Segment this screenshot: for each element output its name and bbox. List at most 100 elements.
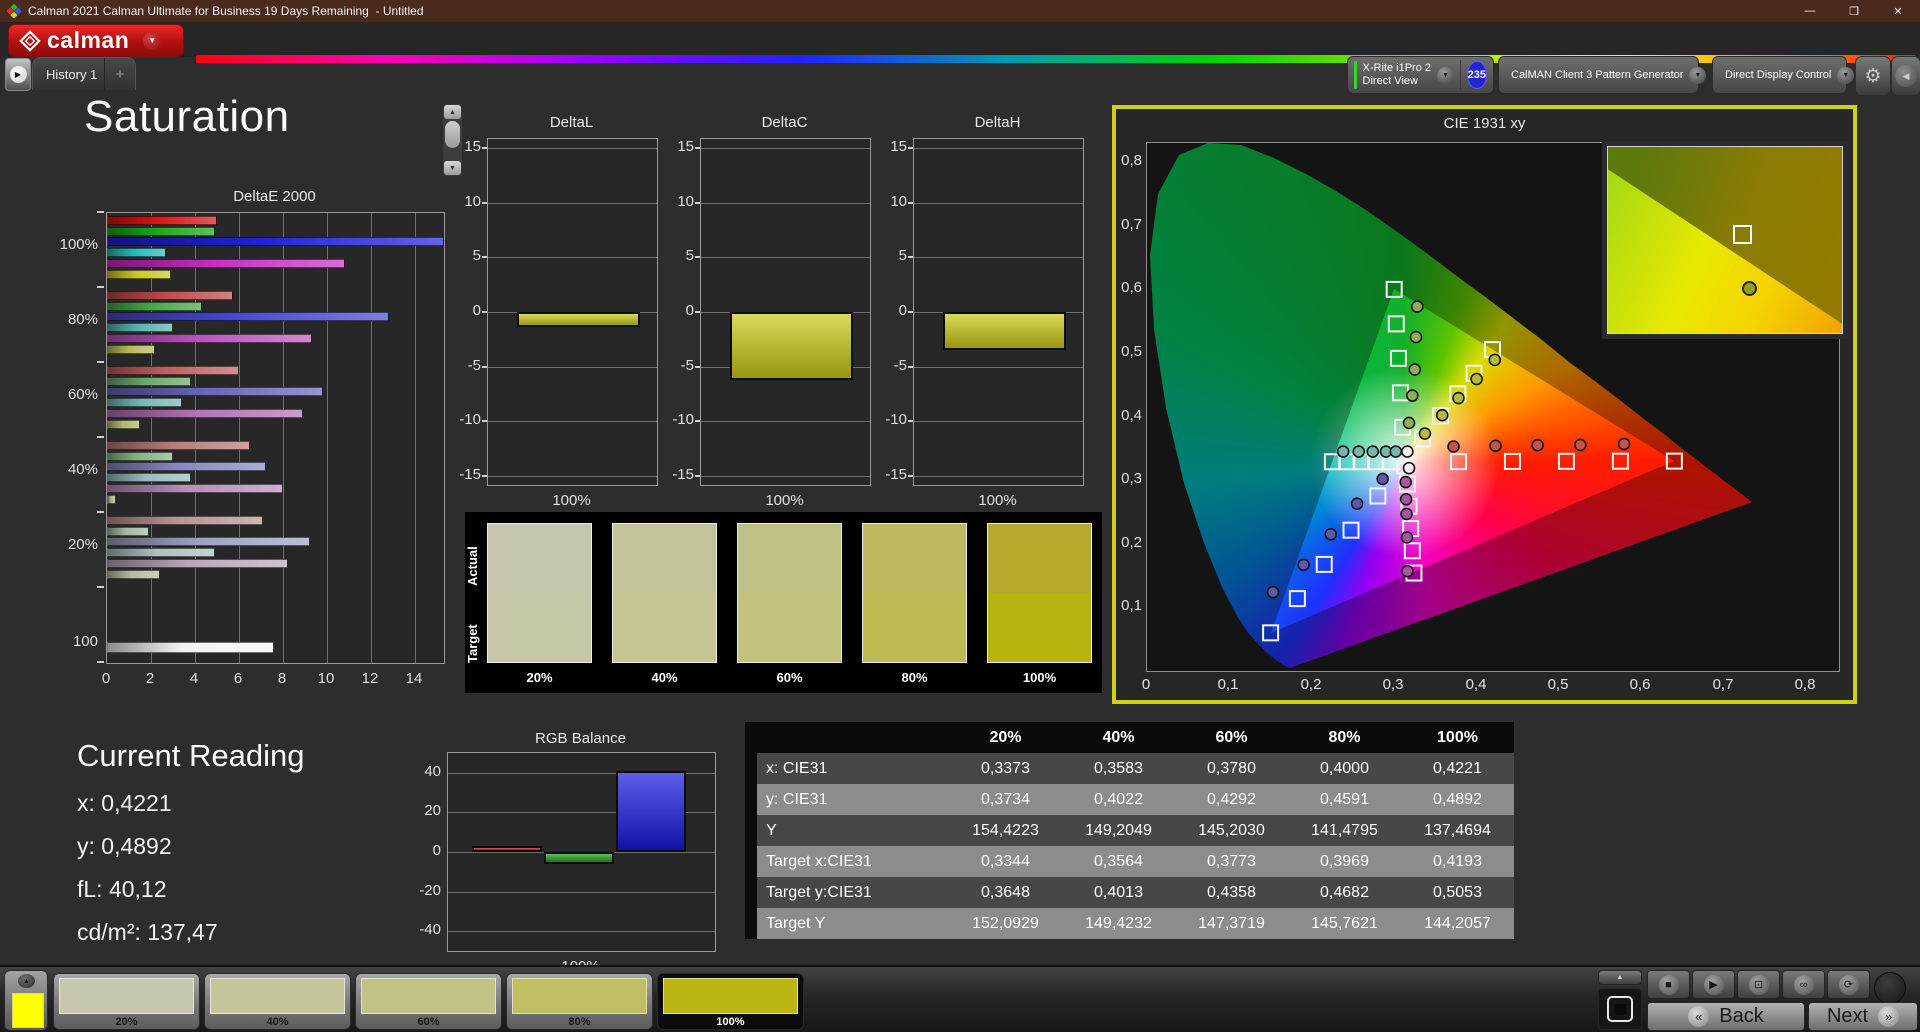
cie-measured-marker-green — [1406, 389, 1419, 402]
close-button[interactable]: ✕ — [1876, 0, 1920, 22]
pattern-button-40%[interactable]: 40% — [204, 973, 351, 1030]
maximize-button[interactable]: ❐ — [1832, 0, 1876, 22]
delta-chart-y-tick — [482, 475, 487, 477]
delta-chart-gridline — [701, 148, 870, 149]
chevron-up-icon: ▲ — [1616, 974, 1624, 981]
target-swatch — [488, 593, 591, 662]
swatch-label: 80% — [901, 670, 928, 685]
chevron-down-icon: ▼ — [1437, 66, 1455, 84]
cie-x-tick-label: 0,8 — [1794, 676, 1816, 693]
delta-chart-y-tick — [695, 475, 700, 477]
swatch-pair — [612, 523, 717, 663]
pattern-swatch — [663, 978, 798, 1014]
delta-chart-gridline — [701, 203, 870, 204]
actual-row-label: Actual — [465, 546, 480, 586]
table-cell: 0,3648 — [949, 877, 1062, 908]
pattern-generator-dropdown[interactable]: CalMAN Client 3 Pattern Generator ▼ — [1498, 56, 1707, 94]
display-control-dropdown[interactable]: Direct Display Control ▼ — [1712, 56, 1855, 94]
deltae-bar — [107, 548, 215, 558]
actual-swatch — [738, 524, 841, 593]
inset-target-marker — [1733, 224, 1753, 244]
rgb-balance-plot — [447, 752, 716, 952]
minimize-button[interactable]: — — [1788, 0, 1832, 22]
tab-history-1[interactable]: History 1 + — [32, 57, 136, 90]
transport-refresh-button[interactable]: ⟳ — [1827, 970, 1870, 999]
table-header-row: 20% 40% 60% 80% 100% — [745, 722, 1514, 753]
table-column-header: 100% — [1401, 722, 1514, 753]
cie-measured-marker-blue — [1324, 527, 1338, 541]
calman-diamond-icon — [19, 29, 41, 52]
scroll-down-icon[interactable]: ▼ — [444, 161, 461, 175]
cie-measured-marker-blue — [1266, 585, 1280, 599]
meter-dropdown[interactable]: X-Rite i1Pro 2 Direct View ▼ 235 — [1347, 56, 1494, 94]
cie-x-tick-label: 0,7 — [1712, 676, 1734, 693]
transport-pattern-window-button[interactable]: ⊡ — [1737, 970, 1780, 999]
deltae-group-label: 40% — [67, 461, 98, 478]
logo-menu-caret-icon[interactable]: ▼ — [143, 31, 162, 50]
settings-button[interactable]: ⚙ — [1855, 56, 1891, 96]
pattern-button-20%[interactable]: 20% — [53, 973, 200, 1030]
cie-target-marker-red — [1450, 453, 1468, 471]
meter-count-badge[interactable]: 235 — [1466, 61, 1487, 89]
delta-chart-y-tick-label: 10 — [464, 193, 481, 210]
delta-chart-y-tick — [908, 420, 913, 422]
collapse-panel-button[interactable]: ◀ — [1891, 56, 1920, 96]
transport-stop-button[interactable]: ■ — [1647, 970, 1690, 999]
cie-measured-marker-green — [1402, 416, 1416, 430]
table-column-header: 20% — [949, 722, 1062, 753]
table-cell: 0,3564 — [1062, 846, 1175, 877]
cie-measured-marker-green — [1410, 300, 1424, 313]
deltae-bar — [107, 408, 304, 418]
table-row-label: Target Y — [757, 908, 949, 939]
table-cell: 0,4000 — [1288, 753, 1401, 784]
table-gutter — [745, 846, 757, 877]
cie-measured-marker-blue — [1350, 497, 1364, 511]
deltae-group-label: 100 — [72, 633, 98, 650]
deltae-gridline — [283, 213, 284, 663]
pattern-button-100%[interactable]: 100% — [657, 973, 804, 1030]
back-button[interactable]: « Back — [1647, 1002, 1805, 1031]
cie-target-marker-green — [1387, 315, 1405, 333]
current-pattern-button[interactable]: ▲ — [4, 970, 48, 1031]
table-cell: 0,4591 — [1288, 784, 1401, 815]
deltae-x-tick-label: 14 — [405, 670, 423, 687]
transport-loop-button[interactable]: ∞ — [1782, 970, 1825, 999]
delta-chart-y-tick — [908, 256, 913, 258]
rgb-y-tick-label: 0 — [432, 842, 441, 859]
delta-chart-plot — [700, 138, 871, 486]
blank-pattern-button[interactable] — [1598, 988, 1642, 1030]
table-gutter — [745, 722, 757, 753]
deltae-gridline — [151, 213, 152, 663]
pattern-button-label: 100% — [716, 1016, 745, 1028]
cie-x-tick-label: 0,1 — [1217, 676, 1239, 693]
cie-measured-marker-yellow — [1435, 408, 1449, 422]
table-row-label: Target x:CIE31 — [757, 846, 949, 877]
cie-target-marker-magenta — [1403, 542, 1421, 560]
transport-play-button[interactable]: ▶ — [1692, 970, 1735, 999]
deltae-group-label: 60% — [67, 386, 98, 403]
cie-target-marker-blue — [1342, 521, 1360, 539]
run-all-button[interactable]: ▶ — [5, 58, 31, 91]
meter-dropdown-label: X-Rite i1Pro 2 Direct View — [1362, 62, 1432, 87]
next-button[interactable]: Next » — [1808, 1002, 1918, 1031]
table-cell: 0,4022 — [1062, 784, 1175, 815]
delta-chart-gridline — [701, 476, 870, 477]
calman-logo-button[interactable]: calman ▼ — [8, 24, 184, 57]
chevron-down-icon: ▼ — [1689, 66, 1707, 84]
pattern-button-label: 40% — [266, 1016, 289, 1028]
pattern-window-icon: ⊡ — [1748, 974, 1769, 995]
scroll-up-icon[interactable]: ▲ — [444, 105, 461, 119]
target-row-label: Target — [465, 624, 480, 664]
pattern-button-80%[interactable]: 80% — [506, 973, 653, 1030]
add-tab-button[interactable]: + — [104, 58, 135, 90]
deltae-x-tick-label: 8 — [277, 670, 287, 687]
cie-y-tick-label: 0,7 — [1121, 216, 1142, 233]
delta-chart-y-tick-label: -5 — [467, 357, 481, 374]
pattern-button-60%[interactable]: 60% — [355, 973, 502, 1030]
deltae-x-tick-label: 4 — [189, 670, 199, 687]
cie-measured-marker-red — [1531, 438, 1544, 452]
pattern-panel-expand-button[interactable]: ▲ — [1598, 970, 1642, 985]
deltae-bar — [107, 248, 167, 258]
deltae-bar — [107, 312, 389, 322]
deltae-gridline — [415, 213, 416, 663]
